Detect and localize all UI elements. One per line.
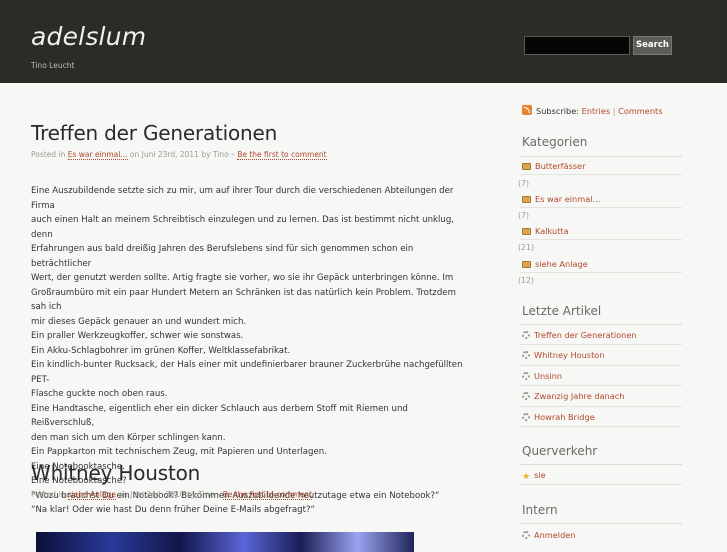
widget-divider xyxy=(520,464,682,465)
content-line: Eine Auszubildende setzte sich zu mir, u… xyxy=(31,186,454,211)
content-line: Flasche guckte noch oben raus. xyxy=(31,389,168,399)
login-label: Anmelden xyxy=(534,530,576,540)
content-line: “Na klar! Oder wie hast Du denn früher D… xyxy=(31,505,315,515)
subscribe-line: Subscribe: Entries | Comments xyxy=(522,105,663,116)
meta-prefix: Posted in xyxy=(31,150,66,159)
recent-post-item[interactable]: Whitney Houston xyxy=(522,350,604,360)
content-line: Erfahrungen aus bald dreißig Jahren des … xyxy=(31,244,414,269)
category-label: Es war einmal... xyxy=(535,194,601,204)
comments-feed-link[interactable]: Comments xyxy=(618,106,662,116)
site-header: adelslum Tino Leucht Search xyxy=(0,0,727,83)
login-item[interactable]: Anmelden xyxy=(522,530,576,540)
widget-divider xyxy=(520,324,682,325)
post-treffen: Treffen der Generationen Posted in Es wa… xyxy=(31,121,471,518)
item-divider xyxy=(520,365,682,366)
cog-icon xyxy=(522,530,530,539)
category-label: Kalkutta xyxy=(535,226,569,236)
search-input[interactable] xyxy=(524,36,630,55)
star-icon: ★ xyxy=(522,471,531,482)
subscribe-label: Subscribe: xyxy=(536,106,579,116)
item-divider xyxy=(520,344,682,345)
folder-icon xyxy=(522,260,531,268)
post-title[interactable]: Treffen der Generationen xyxy=(31,121,471,145)
recent-post-item[interactable]: Zwanzig Jahre danach xyxy=(522,391,624,401)
blogroll-item[interactable]: ★ sie xyxy=(522,470,546,482)
category-label: siehe Anlage xyxy=(535,259,588,269)
site-tagline: Tino Leucht xyxy=(31,61,75,70)
folder-icon xyxy=(522,195,531,203)
item-divider xyxy=(520,272,682,273)
content-line: Eine Handtasche, eigentlich eher ein dic… xyxy=(31,403,408,429)
blogroll-label: sie xyxy=(534,470,546,480)
recent-post-label: Unsinn xyxy=(534,371,563,381)
meta-date: on Juni 23rd, 2011 by Tino – xyxy=(129,150,235,159)
cog-icon xyxy=(522,371,530,380)
recent-post-label: Zwanzig Jahre danach xyxy=(534,391,625,401)
comment-link[interactable]: Be the first to comment xyxy=(222,490,313,500)
post-title[interactable]: Whitney Houston xyxy=(31,461,471,485)
recent-post-label: Howrah Bridge xyxy=(534,412,595,422)
comment-link[interactable]: Be the first to comment xyxy=(237,150,327,160)
item-divider xyxy=(520,406,682,407)
post-whitney: Whitney Houston Posted in siehe Anlage o… xyxy=(31,461,471,500)
widget-title-kategorien: Kategorien xyxy=(522,135,588,149)
content-line: auch einen Halt an meinem Schreibtisch e… xyxy=(31,215,455,240)
post-image[interactable] xyxy=(36,532,414,552)
item-divider xyxy=(520,174,682,175)
content-line: Großraumbüro mit ein paar Hundert Metern… xyxy=(31,287,456,313)
category-count: (21) xyxy=(518,243,535,252)
site-title[interactable]: adelslum xyxy=(31,22,146,51)
category-label: Butterfässer xyxy=(535,161,586,171)
cog-icon xyxy=(522,391,530,400)
folder-icon xyxy=(522,227,531,235)
item-divider xyxy=(520,385,682,386)
category-item-siehe-anlage[interactable]: siehe Anlage xyxy=(522,259,588,269)
category-count: (7) xyxy=(518,179,530,188)
item-divider xyxy=(520,484,682,485)
widget-divider xyxy=(520,523,682,524)
widget-title-querverkehr: Querverkehr xyxy=(522,444,598,458)
item-divider xyxy=(520,426,682,427)
feed-separator: | xyxy=(612,106,616,116)
widget-divider xyxy=(520,156,682,157)
content-line: Ein praller Werkzeugkoffer, schwer wie s… xyxy=(31,331,244,341)
content-line: Ein Akku-Schlagbohrer im grünen Koffer, … xyxy=(31,345,291,356)
category-item-kalkutta[interactable]: Kalkutta xyxy=(522,226,569,236)
cog-icon xyxy=(522,330,530,339)
recent-post-item[interactable]: Unsinn xyxy=(522,371,562,381)
recent-post-label: Whitney Houston xyxy=(534,350,605,360)
widget-title-letzte-artikel: Letzte Artikel xyxy=(522,304,602,318)
content-line: mir dieses Gepäck genauer an und wundert… xyxy=(31,316,247,327)
content-line: den man sich um den Körper schlingen kan… xyxy=(31,432,226,443)
content-line: Wert, der genutzt werden sollte. Artig f… xyxy=(31,273,454,283)
item-divider xyxy=(520,239,682,240)
cog-icon xyxy=(522,412,530,421)
search-button[interactable]: Search xyxy=(633,36,672,55)
meta-date: on Juni 2nd, 2010 by Tino – xyxy=(118,490,221,499)
recent-post-item[interactable]: Treffen der Generationen xyxy=(522,330,637,340)
folder-icon xyxy=(522,162,531,170)
recent-post-item[interactable]: Howrah Bridge xyxy=(522,412,595,422)
post-meta: Posted in Es war einmal... on Juni 23rd,… xyxy=(31,150,471,160)
category-count: (12) xyxy=(518,276,535,285)
recent-post-label: Treffen der Generationen xyxy=(534,330,637,340)
category-count: (7) xyxy=(518,211,530,220)
item-divider xyxy=(520,207,682,208)
widget-title-intern: Intern xyxy=(522,503,558,517)
content-line: Ein kindlich-bunter Rucksack, der Hals e… xyxy=(31,360,463,385)
rss-icon xyxy=(522,105,532,115)
category-link[interactable]: Es war einmal... xyxy=(67,150,128,160)
category-item-es-war-einmal[interactable]: Es war einmal... xyxy=(522,194,600,204)
category-item-butterfaesser[interactable]: Butterfässer xyxy=(522,161,585,171)
category-link[interactable]: siehe Anlage xyxy=(67,490,116,500)
content-line: Ein Pappkarton mit technischem Zeug, mit… xyxy=(31,447,327,457)
entries-feed-link[interactable]: Entries xyxy=(582,106,611,116)
post-meta: Posted in siehe Anlage on Juni 2nd, 2010… xyxy=(31,490,471,500)
meta-prefix: Posted in xyxy=(31,490,66,499)
cog-icon xyxy=(522,350,530,359)
